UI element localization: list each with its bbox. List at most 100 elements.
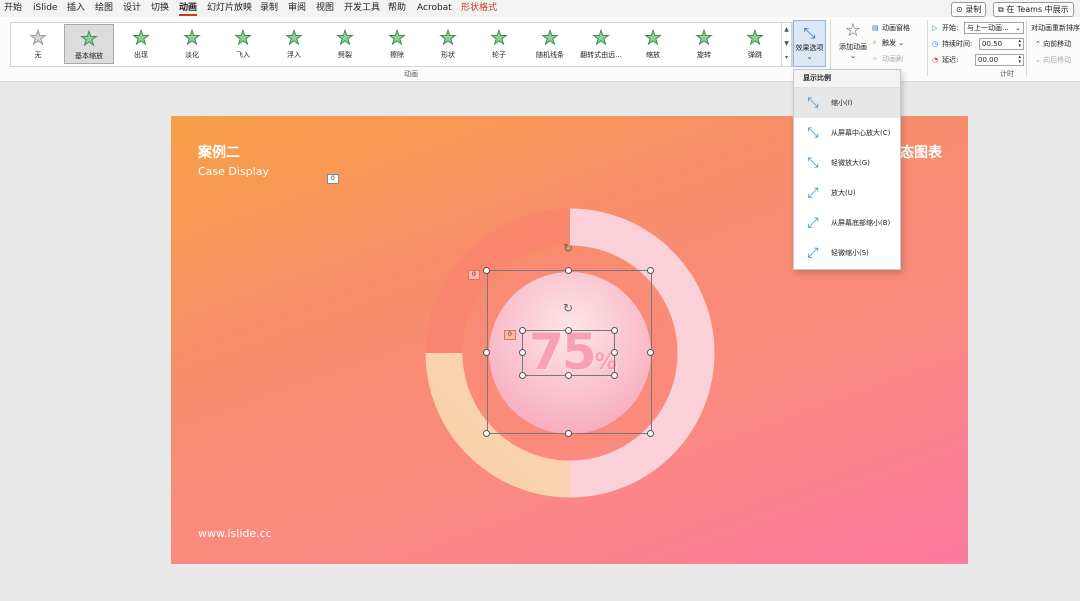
resize-handle[interactable] <box>647 267 654 274</box>
tab-home[interactable]: 开始 <box>4 0 22 17</box>
delay-value: 00.00 <box>978 56 999 64</box>
delay-clock-icon: ◔ <box>932 56 939 64</box>
slide-url[interactable]: www.islide.cc <box>198 527 272 540</box>
move-later-label: 向后移动 <box>1043 56 1072 64</box>
rotate-handle-icon[interactable]: ↻ <box>563 242 573 254</box>
animation-label: 基本缩放 <box>75 52 103 60</box>
effect-options-button[interactable]: ⤡ 效果选项 ⌄ <box>793 20 826 67</box>
animation-wheel[interactable]: ★ 轮子 <box>474 24 524 64</box>
expand-from-center-icon: ⤡ <box>807 125 819 141</box>
animation-bounce[interactable]: ★ 弹跳 <box>730 24 780 64</box>
spin-icon[interactable]: ▴ ▾ <box>1018 39 1021 49</box>
resize-handle[interactable] <box>565 267 572 274</box>
gallery-scroll[interactable]: ▲ ▼ ▾ <box>781 22 792 67</box>
tab-transitions[interactable]: 切换 <box>151 0 169 17</box>
star-icon: ★ <box>80 28 98 51</box>
spin-icon[interactable]: ▴ ▾ <box>1018 55 1021 65</box>
shrink-arrows-icon: ⤡ <box>803 24 816 42</box>
option-slight-shrink[interactable]: ⤢ 轻微缩小(S) <box>794 238 900 268</box>
resize-handle[interactable] <box>483 349 490 356</box>
tab-review[interactable]: 审阅 <box>288 0 306 17</box>
chevron-up-icon[interactable]: ▲ <box>782 23 791 37</box>
star-icon: ★ <box>388 27 406 50</box>
animation-split[interactable]: ★ 劈裂 <box>320 24 370 64</box>
tab-acrobat[interactable]: Acrobat <box>417 0 452 17</box>
animation-label: 浮入 <box>287 51 301 59</box>
tab-design[interactable]: 设计 <box>123 0 141 17</box>
animation-spin[interactable]: ★ 旋转 <box>679 24 729 64</box>
option-shrink-from-bottom[interactable]: ⤢ 从屏幕底部缩小(B) <box>794 208 900 238</box>
tab-shape-format[interactable]: 形状格式 <box>461 0 497 17</box>
add-star-icon: ☆ <box>844 20 862 41</box>
option-expand[interactable]: ⤢ 放大(U) <box>794 178 900 208</box>
move-earlier-button[interactable]: ⌃ 向前移动 <box>1035 39 1071 49</box>
animation-none[interactable]: ★ 无 <box>13 24 63 64</box>
resize-handle[interactable] <box>611 349 618 356</box>
animation-order-tag[interactable]: 0 <box>327 174 339 184</box>
trigger-button[interactable]: ⚡ 触发 ⌄ <box>872 38 904 48</box>
slide-title[interactable]: 案例二 <box>198 142 240 162</box>
resize-handle[interactable] <box>519 327 526 334</box>
rotate-handle-icon[interactable]: ↻ <box>563 302 573 314</box>
animation-order-tag[interactable]: 0 <box>468 270 480 280</box>
tab-animations[interactable]: 动画 <box>179 0 198 17</box>
tab-insert[interactable]: 插入 <box>67 0 85 17</box>
option-slight-expand[interactable]: ⤡ 轻微放大(G) <box>794 148 900 178</box>
tab-developer[interactable]: 开发工具 <box>344 0 380 17</box>
animation-painter-button[interactable]: ✧ 动画刷 <box>872 54 903 64</box>
record-button[interactable]: ⊙ 录制 <box>951 2 987 17</box>
tab-record[interactable]: 录制 <box>260 0 278 17</box>
slight-expand-icon: ⤡ <box>807 155 819 171</box>
resize-handle[interactable] <box>611 327 618 334</box>
resize-handle[interactable] <box>647 349 654 356</box>
animation-random-bars[interactable]: ★ 随机线条 <box>525 24 575 64</box>
animation-fly-in[interactable]: ★ 飞入 <box>218 24 268 64</box>
start-select[interactable]: 与上一动画... ⌄ <box>964 22 1024 34</box>
duration-input[interactable]: 00.50 ▴ ▾ <box>979 38 1024 50</box>
animation-appear[interactable]: ★ 出现 <box>116 24 166 64</box>
animation-painter-label: 动画刷 <box>882 55 903 63</box>
resize-handle[interactable] <box>565 372 572 379</box>
animation-shape[interactable]: ★ 形状 <box>423 24 473 64</box>
animation-label: 淡化 <box>185 51 199 59</box>
animation-basic-zoom[interactable]: ★ 基本缩放 <box>64 24 114 64</box>
tab-slideshow[interactable]: 幻灯片放映 <box>207 0 252 17</box>
animation-label: 擦除 <box>390 51 404 59</box>
tab-islide[interactable]: iSlide <box>33 0 57 17</box>
gallery-more-icon[interactable]: ▾ <box>782 51 791 65</box>
group-label-timing: 计时 <box>1000 70 1014 78</box>
tab-view[interactable]: 视图 <box>316 0 334 17</box>
divider <box>830 20 831 76</box>
option-expand-from-center[interactable]: ⤡ 从屏幕中心放大(C) <box>794 118 900 148</box>
chevron-down-icon[interactable]: ▼ <box>782 37 791 51</box>
delay-input[interactable]: 00.00 ▴ ▾ <box>975 54 1024 66</box>
resize-handle[interactable] <box>565 327 572 334</box>
duration-label-text: 持续时间: <box>942 40 973 48</box>
add-animation-button[interactable]: ☆ 添加动画 ⌄ <box>836 20 870 60</box>
option-shrink[interactable]: ⤡ 缩小(I) <box>794 88 900 118</box>
resize-handle[interactable] <box>483 267 490 274</box>
slight-shrink-icon: ⤢ <box>807 245 819 261</box>
animation-flip[interactable]: ★ 翻转式由远... <box>576 24 626 64</box>
resize-handle[interactable] <box>647 430 654 437</box>
resize-handle[interactable] <box>519 349 526 356</box>
tab-help[interactable]: 帮助 <box>388 0 406 17</box>
animation-fade[interactable]: ★ 淡化 <box>167 24 217 64</box>
resize-handle[interactable] <box>611 372 618 379</box>
chevron-down-icon: ⌄ <box>806 53 813 61</box>
dropdown-header: 显示比例 <box>794 70 900 88</box>
slide-subtitle[interactable]: Case Display <box>198 165 269 178</box>
slide-right-title[interactable]: 态图表 <box>900 142 942 162</box>
resize-handle[interactable] <box>519 372 526 379</box>
animation-pane-button[interactable]: ▤ 动画窗格 <box>872 23 910 33</box>
duration-value: 00.50 <box>982 40 1003 48</box>
animation-wipe[interactable]: ★ 擦除 <box>372 24 422 64</box>
move-later-button[interactable]: ⌄ 向后移动 <box>1035 55 1071 65</box>
present-in-teams-button[interactable]: ⧉ 在 Teams 中展示 <box>993 2 1074 17</box>
tab-draw[interactable]: 绘图 <box>95 0 113 17</box>
resize-handle[interactable] <box>565 430 572 437</box>
animation-zoom[interactable]: ★ 缩放 <box>628 24 678 64</box>
animation-label: 轮子 <box>492 51 506 59</box>
resize-handle[interactable] <box>483 430 490 437</box>
animation-float-in[interactable]: ★ 浮入 <box>269 24 319 64</box>
